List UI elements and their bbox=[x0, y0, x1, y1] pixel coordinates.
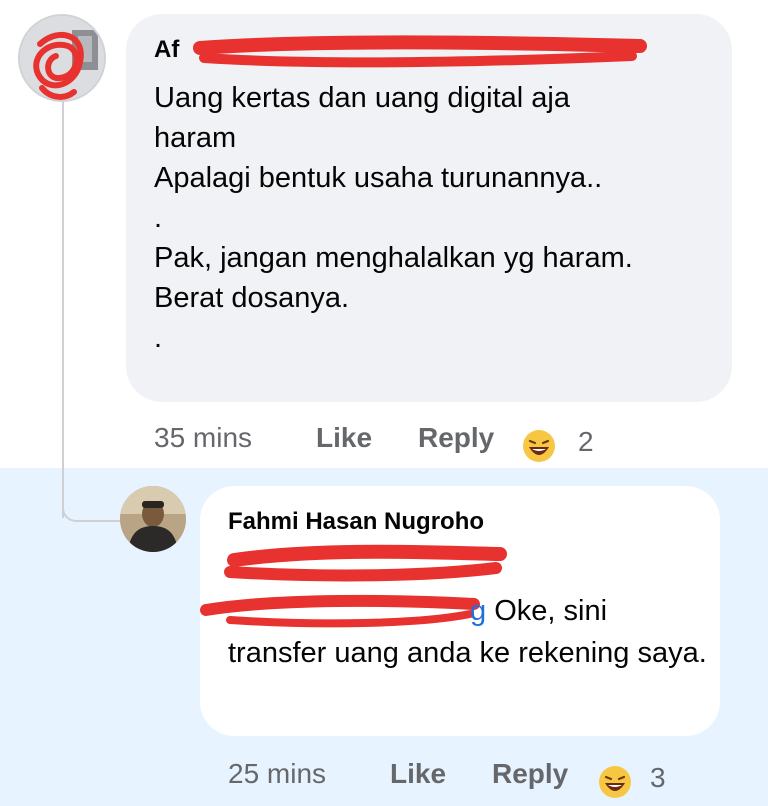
thread-connector bbox=[62, 500, 120, 522]
mention-link[interactable]: g bbox=[470, 595, 486, 627]
avatar[interactable] bbox=[18, 14, 106, 102]
thread-line bbox=[62, 98, 64, 518]
laughing-emoji-icon[interactable] bbox=[598, 765, 632, 799]
reply-text: g Oke, sini transfer uang anda ke rekeni… bbox=[228, 595, 707, 669]
reply-timestamp[interactable]: 25 mins bbox=[228, 758, 326, 790]
comment-timestamp[interactable]: 35 mins bbox=[154, 422, 252, 454]
avatar-image-icon bbox=[120, 486, 186, 552]
redaction-scribble bbox=[193, 35, 647, 68]
reaction-count[interactable]: 3 bbox=[650, 762, 666, 794]
like-button[interactable]: Like bbox=[390, 758, 446, 790]
laughing-emoji-icon[interactable] bbox=[522, 429, 556, 463]
like-button[interactable]: Like bbox=[316, 422, 372, 454]
reply-author[interactable]: Fahmi Hasan Nugroho bbox=[228, 508, 484, 536]
avatar-image-icon bbox=[20, 16, 104, 100]
comment-text: Uang kertas dan uang digital aja haram A… bbox=[154, 82, 633, 354]
reaction-count[interactable]: 2 bbox=[578, 426, 594, 458]
avatar[interactable] bbox=[120, 486, 186, 552]
reply-button[interactable]: Reply bbox=[418, 422, 494, 454]
reply-button[interactable]: Reply bbox=[492, 758, 568, 790]
